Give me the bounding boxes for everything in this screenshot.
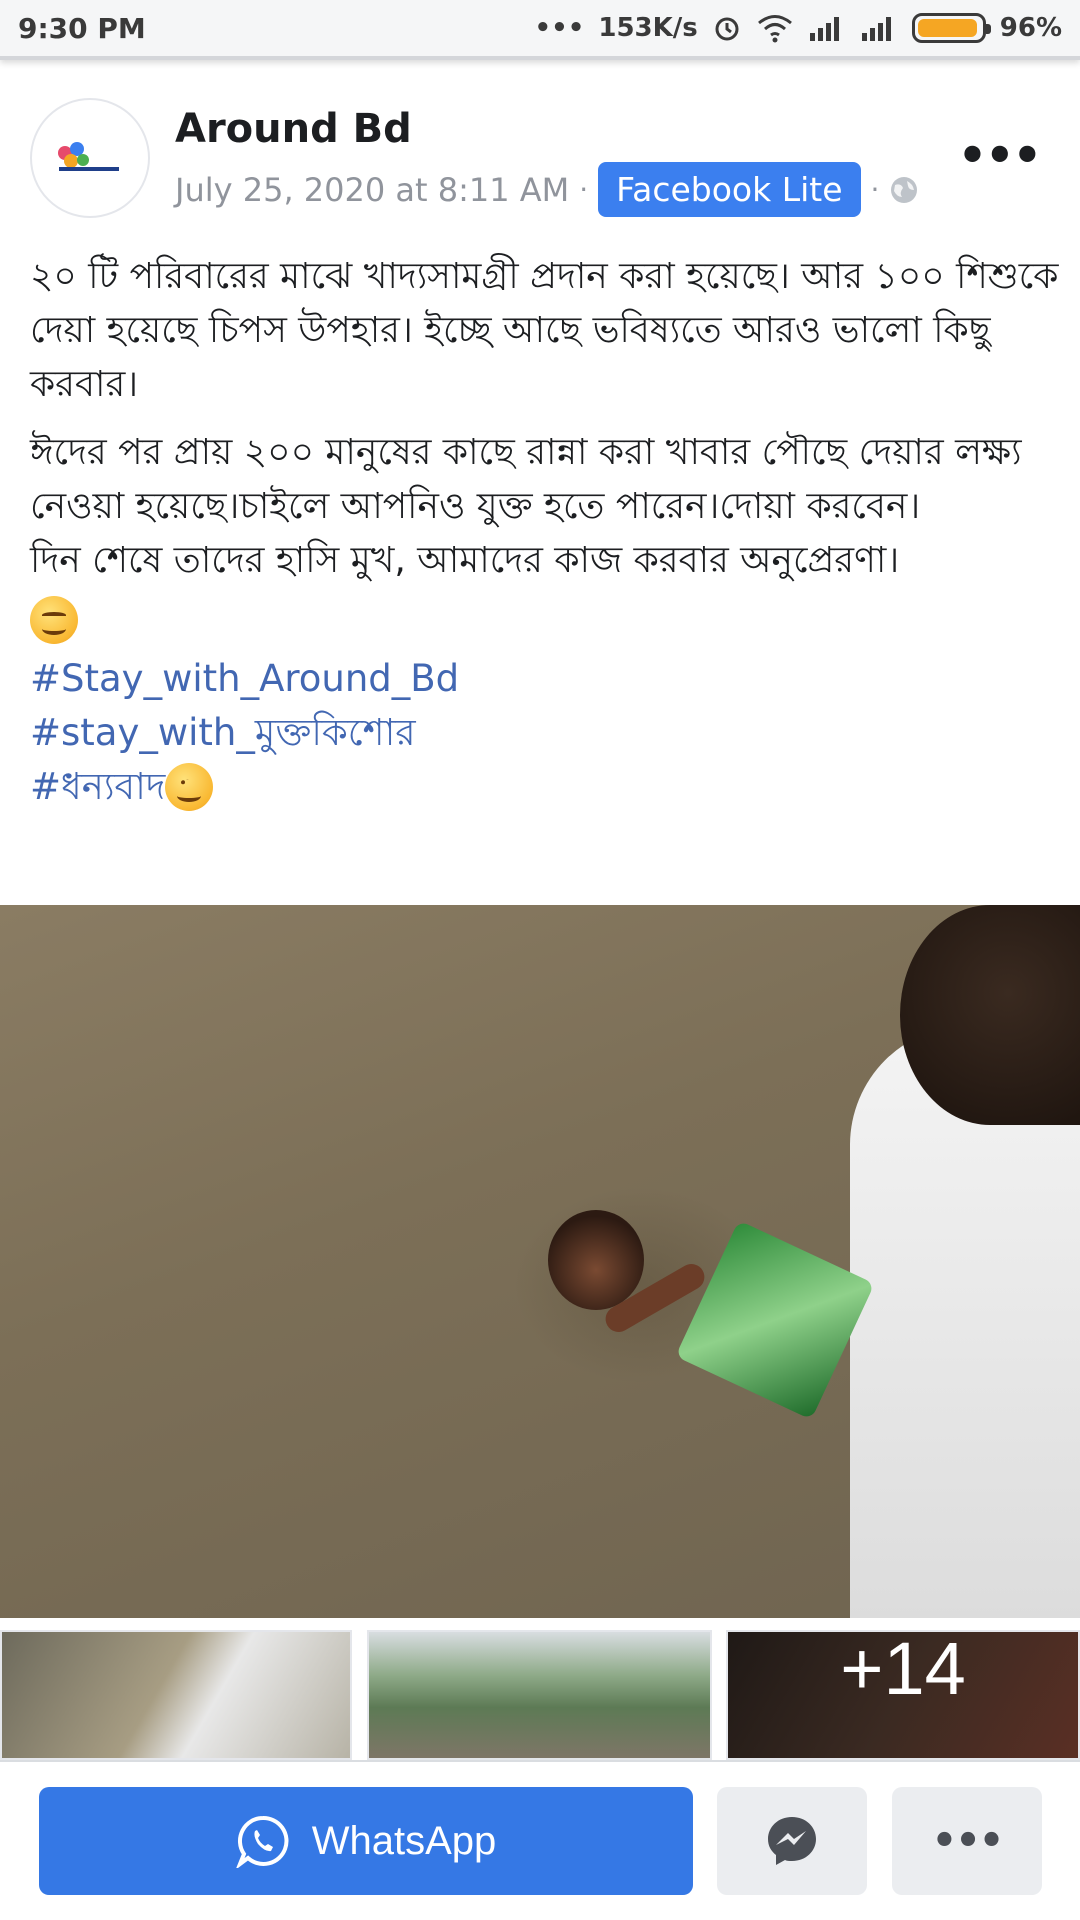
photo-person-head: [900, 905, 1080, 1125]
smile-emoji-icon: [30, 592, 1060, 646]
hashtag-link[interactable]: #ধন্যবাদ: [30, 760, 165, 814]
whatsapp-share-button[interactable]: WhatsApp: [39, 1787, 693, 1895]
status-bar: 9:30 PM ••• 153K/s 96%: [0, 0, 1080, 60]
globe-icon: [891, 176, 918, 203]
alarm-icon: [715, 17, 739, 41]
post-options-button[interactable]: •••: [958, 128, 1042, 182]
photo-boy-head: [548, 1210, 644, 1310]
facebook-lite-badge[interactable]: Facebook Lite: [598, 162, 861, 217]
post-paragraph: ঈদের পর প্রায় ২০০ মানুষের কাছে রান্না ক…: [30, 432, 1022, 527]
network-speed: 153K/s: [598, 13, 698, 43]
battery-level: [917, 19, 978, 37]
post-date[interactable]: July 25, 2020 at 8:11 AM: [175, 171, 569, 209]
post-paragraph-text: দিন শেষে তাদের হাসি মুখ, আমাদের কাজ করবা…: [30, 540, 900, 581]
battery-percent: 96%: [999, 13, 1062, 43]
page-avatar[interactable]: [30, 98, 150, 218]
post-body: ২০ টি পরিবারের মাঝে খাদ্যসামগ্রী প্রদান …: [30, 250, 1060, 814]
battery-icon: [911, 13, 991, 43]
photo-chips-packet: [675, 1220, 875, 1420]
hashtag-link[interactable]: #stay_with_মুক্তকিশোর: [30, 706, 1060, 760]
hashtag-list: #Stay_with_Around_Bd #stay_with_মুক্তকিশ…: [30, 652, 1060, 814]
photo-thumbnails: +14: [0, 1630, 1080, 1760]
slight-smile-emoji-icon: [165, 763, 214, 811]
meta-separator: ·: [579, 173, 589, 206]
main-post-photo[interactable]: [0, 905, 1080, 1618]
post-paragraph: ২০ টি পরিবারের মাঝে খাদ্যসামগ্রী প্রদান …: [30, 256, 1059, 405]
photo-thumbnail-more[interactable]: +14: [726, 1630, 1080, 1760]
more-photos-count: +14: [840, 1630, 966, 1710]
status-icons: ••• 153K/s 96%: [534, 13, 1062, 43]
post-meta: July 25, 2020 at 8:11 AM · Facebook Lite…: [175, 162, 919, 217]
more-dots-icon: •••: [931, 1818, 1005, 1864]
meta-separator: ·: [870, 173, 880, 206]
messenger-share-button[interactable]: [717, 1787, 867, 1895]
post-header: Around Bd July 25, 2020 at 8:11 AM · Fac…: [0, 92, 1080, 222]
share-bar: WhatsApp •••: [0, 1760, 1080, 1920]
messenger-icon: [768, 1817, 816, 1865]
post-paragraph: দিন শেষে তাদের হাসি মুখ, আমাদের কাজ করবা…: [30, 534, 1060, 588]
more-status-dots: •••: [534, 13, 585, 43]
hashtag-line: #ধন্যবাদ: [30, 760, 1060, 814]
photo-thumbnail[interactable]: [0, 1630, 352, 1760]
signal-icon: [809, 17, 839, 41]
whatsapp-label: WhatsApp: [311, 1818, 497, 1863]
hashtag-link[interactable]: #Stay_with_Around_Bd: [30, 652, 1060, 706]
signal-icon: [861, 17, 891, 41]
more-share-options-button[interactable]: •••: [892, 1787, 1042, 1895]
status-time: 9:30 PM: [18, 11, 146, 45]
page-logo: [58, 142, 119, 171]
photo-thumbnail[interactable]: [367, 1630, 712, 1760]
whatsapp-icon: [235, 1815, 289, 1868]
wifi-icon: [757, 15, 792, 43]
page-name[interactable]: Around Bd: [175, 106, 412, 152]
